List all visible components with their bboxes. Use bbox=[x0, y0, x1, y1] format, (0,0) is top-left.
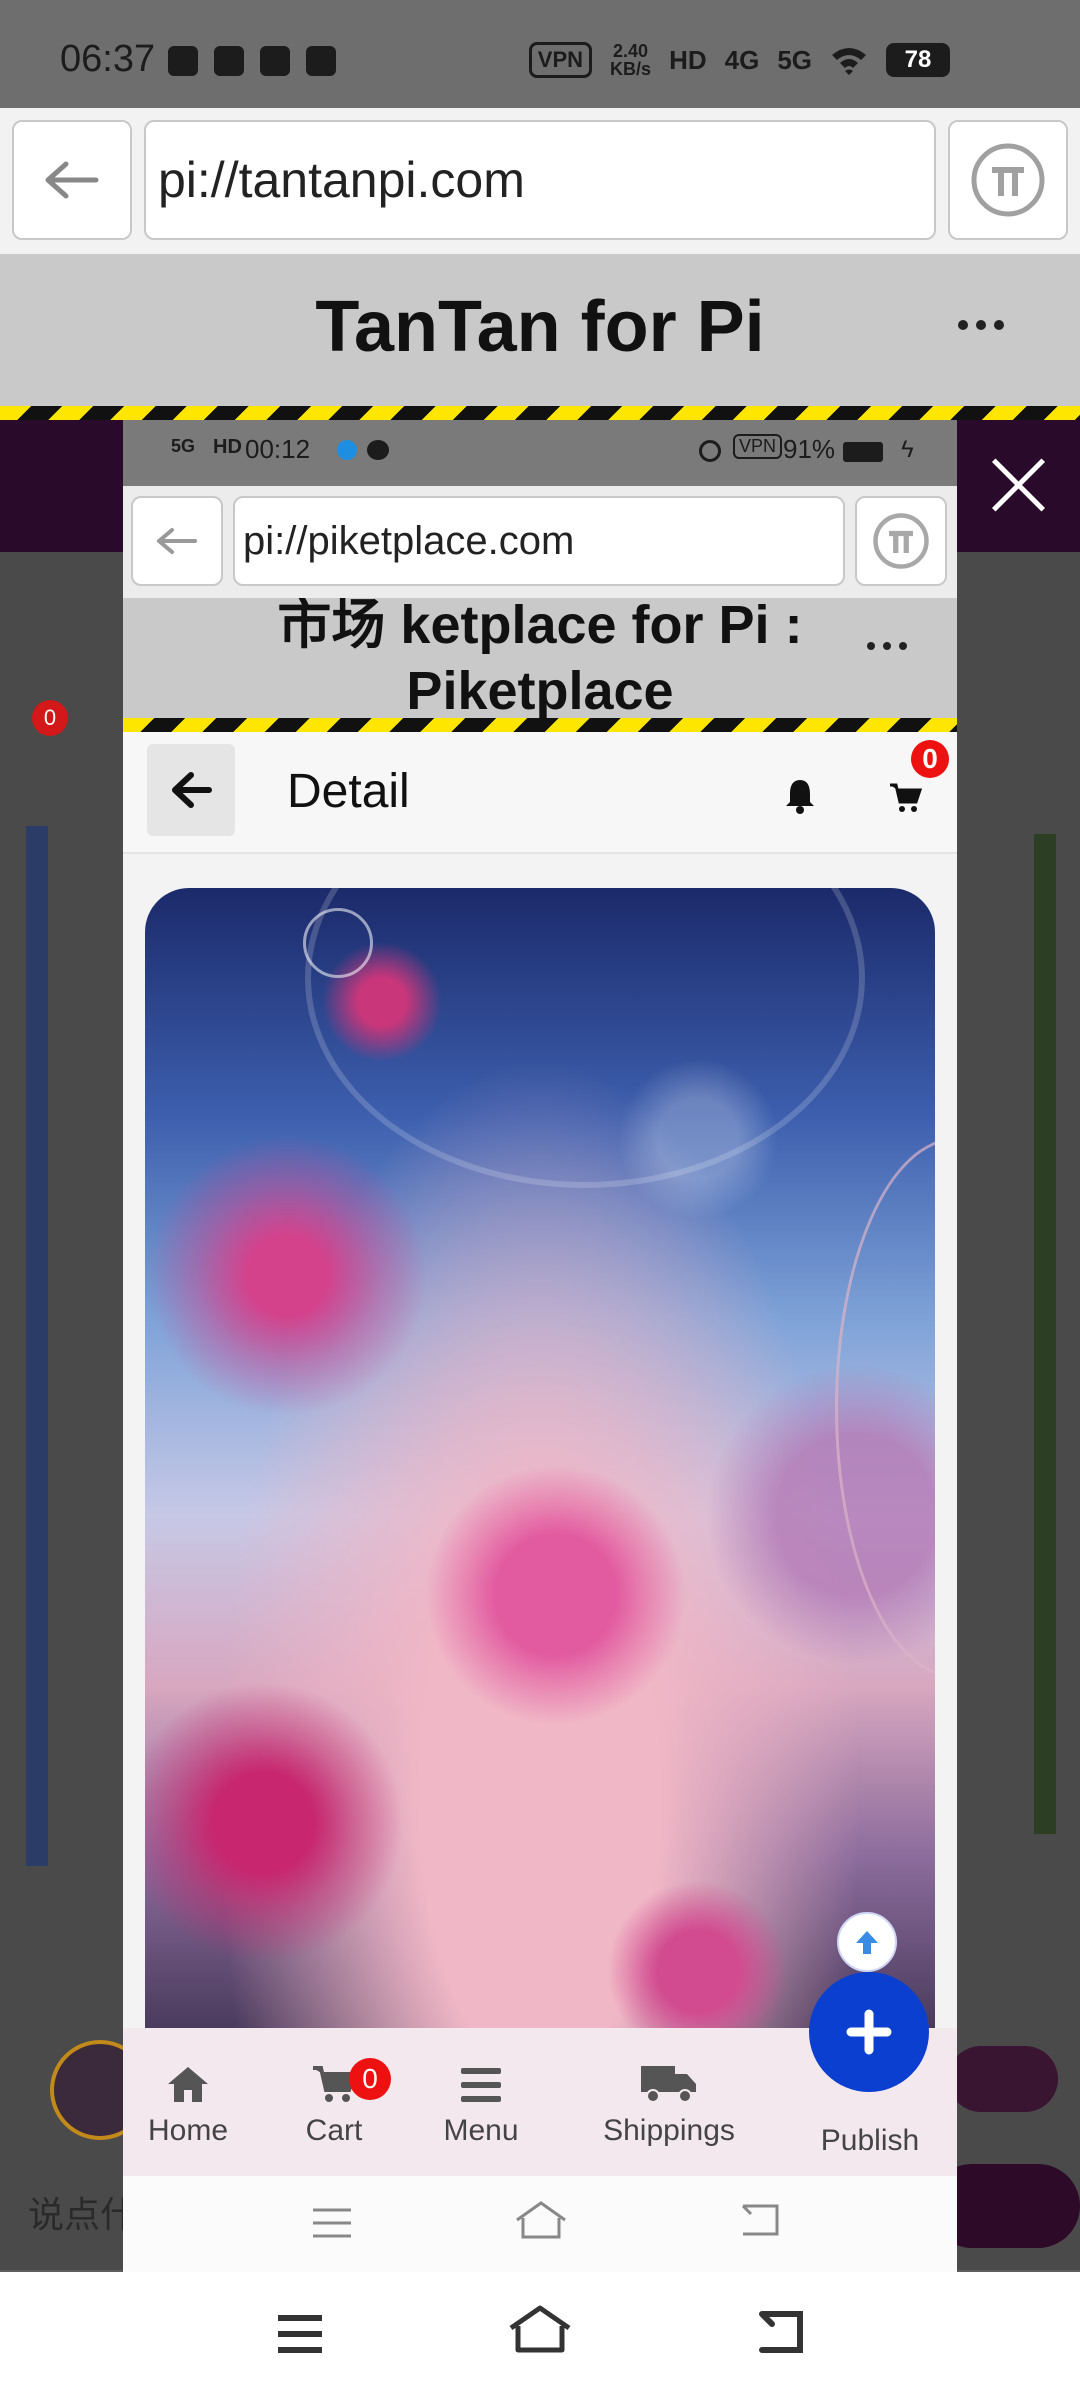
arrow-left-icon bbox=[157, 528, 197, 554]
image-planet bbox=[305, 888, 865, 1188]
app-dot-icon bbox=[337, 440, 357, 460]
notification-icons bbox=[168, 46, 336, 76]
charging-icon: ϟ bbox=[901, 436, 914, 463]
qq-icon bbox=[168, 46, 198, 76]
inner-hd: HD bbox=[213, 436, 242, 458]
nav-cart-badge: 0 bbox=[349, 2058, 391, 2100]
battery-level: 78 bbox=[886, 43, 950, 77]
outer-title-bar: TanTan for Pi bbox=[0, 254, 1080, 406]
nav-publish-label: Publish bbox=[820, 2124, 920, 2157]
inner-back-button[interactable] bbox=[131, 496, 223, 586]
background-pill-button bbox=[948, 2046, 1058, 2112]
product-image[interactable] bbox=[145, 888, 935, 2028]
wifi-icon bbox=[832, 48, 866, 75]
publish-button[interactable] bbox=[809, 1972, 929, 2092]
nav-cart-label: Cart bbox=[305, 2114, 363, 2147]
inner-url-text: pi://piketplace.com bbox=[243, 518, 575, 563]
recents-icon[interactable] bbox=[276, 2314, 324, 2354]
image-sphere bbox=[835, 1138, 935, 1678]
inner-title-bar: 市场 ketplace for Pi : Piketplace bbox=[123, 598, 957, 718]
inner-status-bar: 5G HD 00:12 VPN 91% ϟ bbox=[123, 420, 957, 486]
status-time: 06:37 bbox=[60, 38, 156, 80]
inner-more-icon[interactable] bbox=[867, 642, 907, 650]
home-nav-icon bbox=[516, 2201, 566, 2239]
back-nav-icon[interactable] bbox=[754, 2308, 804, 2354]
outer-more-icon[interactable] bbox=[958, 320, 1004, 330]
arrow-up-icon bbox=[856, 1931, 878, 1954]
detail-header: Detail 0 bbox=[123, 732, 957, 854]
background-card-right bbox=[1034, 834, 1056, 1834]
nav-cart[interactable]: Cart 0 bbox=[269, 2048, 399, 2148]
status-right: VPN 2.40 KB/s HD 4G 5G 78 bbox=[528, 41, 950, 79]
detail-back-button[interactable] bbox=[147, 744, 235, 836]
app-icon bbox=[260, 46, 290, 76]
nav-home-label: Home bbox=[147, 2114, 229, 2147]
inner-hazard-stripe bbox=[123, 718, 957, 732]
nav-menu[interactable]: Menu bbox=[416, 2048, 546, 2148]
square-icon bbox=[306, 46, 336, 76]
chat-icon bbox=[367, 440, 389, 460]
nav-shippings[interactable]: Shippings bbox=[589, 2048, 749, 2148]
inner-time: 00:12 bbox=[245, 434, 311, 464]
pi-browser-button[interactable] bbox=[948, 120, 1068, 240]
background-card-left bbox=[26, 826, 48, 1866]
pi-logo-icon bbox=[971, 143, 1045, 217]
home-nav-icon[interactable] bbox=[508, 2304, 572, 2354]
pi-logo-icon bbox=[873, 513, 929, 569]
inner-screenshot: 5G HD 00:12 VPN 91% ϟ pi://piketplace.co… bbox=[123, 420, 957, 2272]
outer-page-title: TanTan for Pi bbox=[315, 287, 765, 367]
close-icon[interactable] bbox=[984, 450, 1054, 520]
signal-4g: 4G bbox=[724, 44, 760, 75]
hazard-stripe bbox=[0, 406, 1080, 420]
outer-browser-bar: pi://tantanpi.com bbox=[0, 108, 1080, 254]
outer-url-field[interactable]: pi://tantanpi.com bbox=[144, 120, 936, 240]
vpn-badge: VPN bbox=[528, 42, 593, 78]
outer-back-button[interactable] bbox=[12, 120, 132, 240]
wechat-icon bbox=[214, 46, 244, 76]
inner-title-line2: Piketplace bbox=[406, 661, 674, 718]
nav-publish[interactable]: Publish bbox=[805, 2124, 935, 2158]
inner-signal: 5G bbox=[171, 436, 196, 456]
signal-5g: 5G bbox=[777, 44, 812, 75]
arrow-left-icon bbox=[45, 161, 99, 199]
plus-icon bbox=[846, 2009, 892, 2055]
nav-shippings-label: Shippings bbox=[603, 2114, 735, 2147]
system-nav-bar bbox=[0, 2272, 1080, 2400]
back-nav-icon bbox=[741, 2204, 779, 2236]
outer-url-text: pi://tantanpi.com bbox=[158, 152, 525, 208]
detail-title: Detail bbox=[287, 765, 410, 818]
inner-title-line1: 市场 ketplace for Pi : bbox=[277, 598, 803, 655]
background-comment-input: 说点什 bbox=[28, 2194, 137, 2235]
inner-battery-icon bbox=[843, 442, 883, 462]
bell-icon[interactable] bbox=[783, 778, 817, 814]
inner-pi-button[interactable] bbox=[855, 496, 947, 586]
alarm-icon bbox=[699, 440, 721, 462]
inner-browser-bar: pi://piketplace.com bbox=[123, 486, 957, 598]
background-badge: 0 bbox=[32, 700, 68, 736]
home-icon bbox=[168, 2067, 208, 2102]
menu-icon bbox=[461, 2068, 501, 2102]
nav-menu-label: Menu bbox=[443, 2114, 519, 2147]
cart-icon[interactable] bbox=[888, 782, 922, 814]
hd-icon: HD bbox=[669, 44, 707, 75]
inner-vpn: VPN bbox=[733, 434, 783, 459]
truck-icon bbox=[641, 2066, 696, 2103]
recents-icon bbox=[313, 2208, 351, 2238]
network-speed: 2.40 KB/s bbox=[610, 41, 652, 79]
inner-url-field[interactable]: pi://piketplace.com bbox=[233, 496, 845, 586]
screen: 06:37 VPN 2.40 KB/s HD 4G 5G 78 pi://tant… bbox=[0, 0, 1080, 2400]
nav-home[interactable]: Home bbox=[123, 2048, 253, 2148]
inner-system-nav bbox=[123, 2176, 957, 2272]
status-bar: 06:37 VPN 2.40 KB/s HD 4G 5G 78 bbox=[0, 0, 1080, 108]
scroll-top-button[interactable] bbox=[837, 1912, 897, 1972]
inner-battery-text: 91% bbox=[783, 434, 836, 464]
cart-badge: 0 bbox=[911, 740, 949, 778]
arrow-left-icon bbox=[172, 772, 212, 808]
